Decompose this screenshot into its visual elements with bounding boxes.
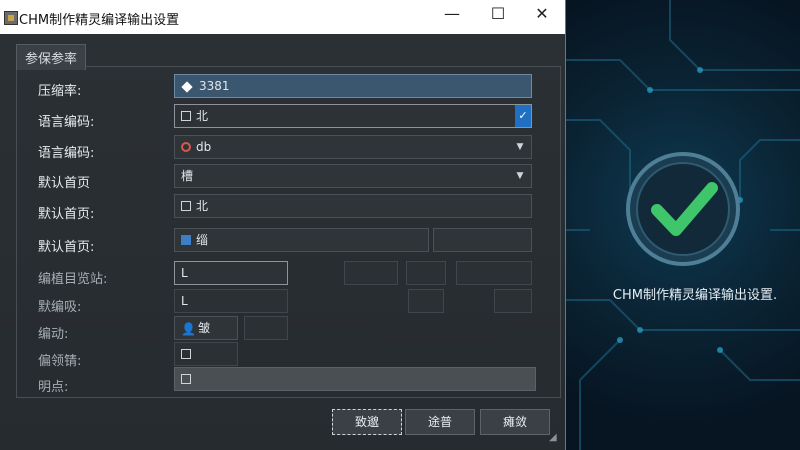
default-edit-field[interactable]: L: [174, 289, 288, 313]
edit-action-extra[interactable]: [244, 316, 288, 340]
default-home-label: 默认首页: [38, 176, 91, 191]
status-caption: CHM制作精灵编译输出设置.: [612, 288, 778, 303]
default-home-value-2: 北: [196, 199, 209, 213]
language-encoding-label-2: 语言编码:: [38, 146, 95, 161]
default-edit-option-2[interactable]: [494, 289, 532, 313]
close-button[interactable]: ✕: [519, 0, 565, 30]
compression-label: 压缩率:: [38, 84, 82, 99]
compression-value: 3381: [199, 79, 230, 93]
cancel-button[interactable]: 瘫敛: [480, 409, 550, 435]
box-icon: [181, 374, 191, 384]
window-title: CHM制作精灵编译输出设置: [19, 13, 180, 28]
directory-browse-field[interactable]: L: [174, 261, 288, 285]
directory-option-1[interactable]: [344, 261, 398, 285]
color-swatch-icon: [181, 235, 191, 245]
default-edit-label: 默编吸:: [38, 300, 82, 315]
default-edit-value: L: [181, 294, 188, 308]
edit-action-value: 皱: [198, 321, 211, 335]
ok-button[interactable]: 致邈: [332, 409, 402, 435]
edit-action-label: 编动:: [38, 327, 69, 342]
compression-field[interactable]: 3381: [174, 74, 532, 98]
chevron-down-icon[interactable]: ✓: [515, 105, 531, 127]
default-home-field-2[interactable]: 北: [174, 194, 532, 218]
box-icon: [181, 111, 191, 121]
directory-browse-value: L: [181, 266, 188, 280]
offset-field[interactable]: [174, 342, 238, 366]
box-icon: [181, 201, 191, 211]
language-encoding-value-2: db: [196, 140, 212, 154]
app-icon: [4, 11, 18, 25]
edit-action-field[interactable]: 👤 皱: [174, 316, 238, 340]
apply-button[interactable]: 途普: [405, 409, 475, 435]
diamond-icon: [181, 81, 193, 93]
default-home-dropdown[interactable]: 槽 ▼: [174, 164, 532, 188]
resize-grip-icon[interactable]: ◢: [549, 432, 563, 446]
dialog-window: CHM制作精灵编译输出设置 — ☐ ✕ 参保参率 压缩率: 3381 语言编码:…: [0, 0, 566, 450]
language-encoding-label: 语言编码:: [38, 115, 95, 130]
point-field[interactable]: [174, 367, 536, 391]
language-encoding-value: 北: [196, 109, 209, 123]
maximize-button[interactable]: ☐: [475, 0, 521, 30]
default-home-value: 槽: [181, 169, 194, 183]
directory-browse-label: 编植目览站:: [38, 272, 108, 287]
default-home-value-3: 缁: [196, 233, 209, 247]
checkmark-badge-icon: [626, 152, 740, 266]
default-home-label-2: 默认首页:: [38, 207, 95, 222]
chevron-down-icon[interactable]: ▼: [513, 136, 527, 158]
globe-icon: [181, 142, 191, 152]
offset-label: 偏领锖:: [38, 354, 82, 369]
title-bar: CHM制作精灵编译输出设置 — ☐ ✕: [0, 0, 565, 34]
minimize-button[interactable]: —: [429, 0, 475, 30]
directory-option-2[interactable]: [406, 261, 446, 285]
language-encoding-dropdown-2[interactable]: db ▼: [174, 135, 532, 159]
default-home-extra-field[interactable]: [433, 228, 532, 252]
language-encoding-dropdown[interactable]: 北 ✓: [174, 104, 532, 128]
user-icon: 👤: [181, 322, 196, 336]
chevron-down-icon[interactable]: ▼: [513, 165, 527, 187]
default-home-label-3: 默认首页:: [38, 240, 95, 255]
default-edit-option-1[interactable]: [408, 289, 444, 313]
box-icon: [181, 349, 191, 359]
default-home-field-3[interactable]: 缁: [174, 228, 429, 252]
directory-option-3[interactable]: [456, 261, 532, 285]
tab-settings[interactable]: 参保参率: [16, 44, 87, 70]
point-label: 明点:: [38, 380, 69, 395]
